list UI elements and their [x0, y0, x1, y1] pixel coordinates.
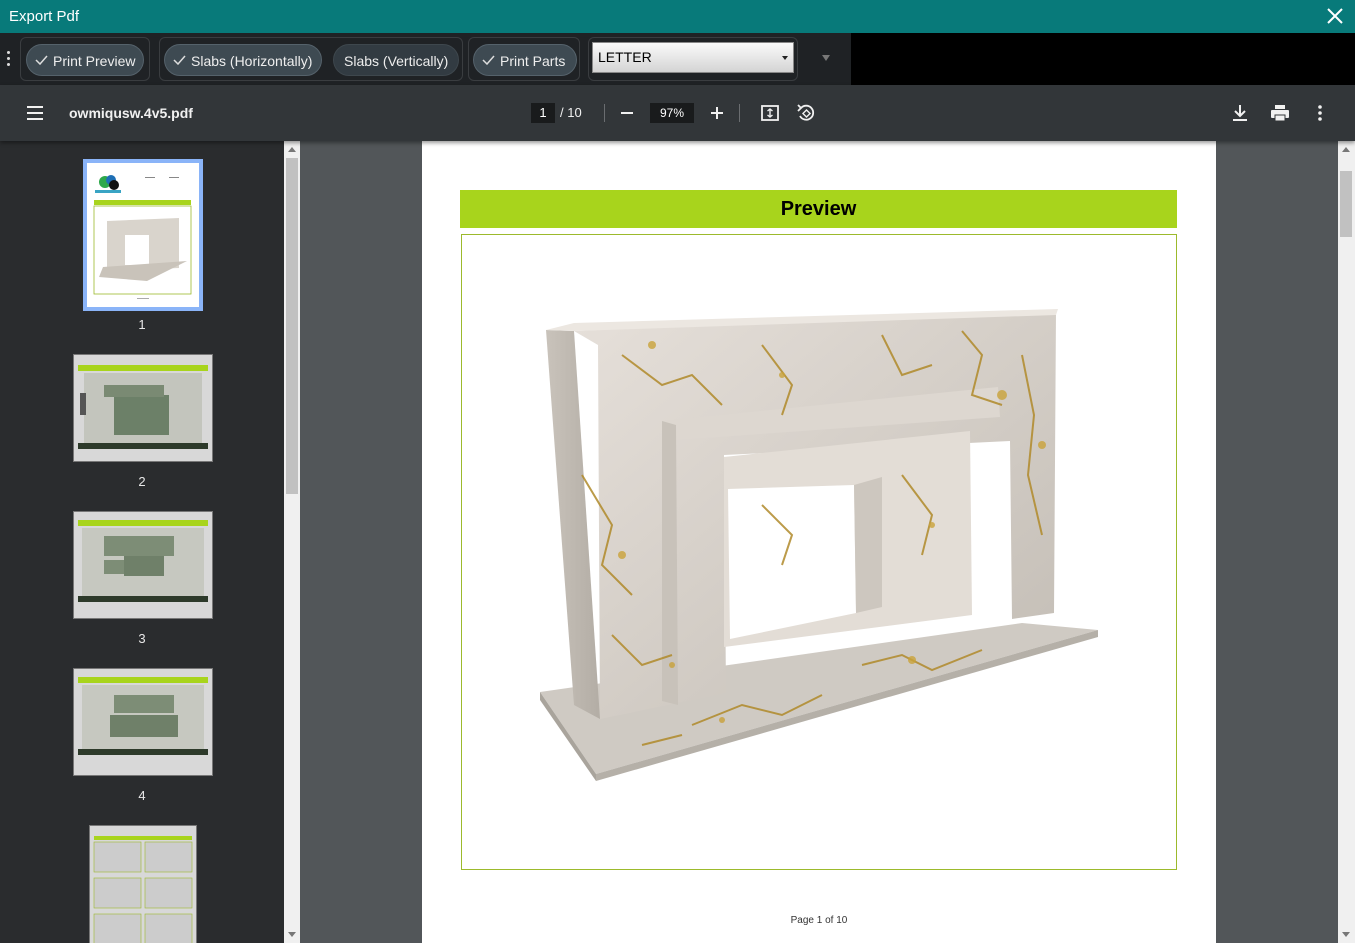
thumbnail-number: 2	[138, 474, 146, 489]
document-scroll-thumb[interactable]	[1340, 171, 1352, 237]
sidebar-scrollbar[interactable]	[284, 141, 300, 943]
check-icon	[35, 55, 48, 65]
check-icon	[173, 55, 186, 65]
print-preview-label: Print Preview	[53, 53, 136, 69]
fireplace-render-image	[540, 309, 1098, 781]
toolbar-grip-icon[interactable]	[7, 51, 11, 67]
thumbnail-page-1[interactable]	[83, 159, 203, 311]
document-scrollbar[interactable]	[1338, 141, 1355, 943]
rotate-icon[interactable]	[794, 101, 818, 125]
zoom-in-icon[interactable]	[705, 101, 729, 125]
slabs-horizontal-label: Slabs (Horizontally)	[191, 53, 313, 69]
thumbnail-page-5[interactable]	[89, 825, 197, 943]
scroll-down-icon[interactable]	[1342, 932, 1350, 937]
fit-page-icon[interactable]	[758, 101, 782, 125]
toolbar-divider	[739, 104, 740, 122]
thumbnail-number: 4	[138, 788, 146, 803]
preview-frame	[461, 234, 1177, 870]
thumbnail-sidebar: 1 2 3 4	[0, 141, 300, 943]
thumbnail-page-4[interactable]	[73, 668, 213, 776]
print-icon[interactable]	[1268, 101, 1292, 125]
preview-group: Print Preview	[20, 37, 150, 81]
slabs-group: Slabs (Horizontally) Slabs (Vertically)	[159, 37, 463, 81]
preview-heading: Preview	[460, 190, 1177, 228]
pdf-viewer-toolbar: owmiqusw.4v5.pdf 1 / 10 97%	[0, 85, 1355, 141]
document-filename: owmiqusw.4v5.pdf	[69, 105, 193, 121]
pdf-page-1: Preview Page 1 of 10	[422, 141, 1216, 943]
options-panel: Print Preview Slabs (Horizontally) Slabs…	[0, 33, 851, 85]
zoom-input[interactable]: 97%	[650, 103, 694, 123]
export-options-toolbar: Print Preview Slabs (Horizontally) Slabs…	[0, 33, 1355, 85]
paper-size-value: LETTER	[598, 49, 652, 65]
document-viewport[interactable]: Preview Page 1 of 10	[300, 141, 1338, 943]
print-parts-toggle[interactable]: Print Parts	[473, 44, 577, 76]
sidebar-scroll-thumb[interactable]	[286, 158, 298, 494]
scroll-up-icon[interactable]	[1342, 147, 1350, 152]
toolbar-overflow-icon[interactable]	[822, 55, 830, 61]
slabs-vertical-label: Slabs (Vertically)	[344, 53, 449, 69]
slabs-horizontal-toggle[interactable]: Slabs (Horizontally)	[164, 44, 322, 76]
page-thumbnail-image	[93, 836, 193, 943]
window-title: Export Pdf	[9, 8, 80, 25]
page-total: / 10	[560, 105, 582, 120]
close-icon[interactable]	[1323, 4, 1347, 28]
print-preview-toggle[interactable]: Print Preview	[26, 44, 144, 76]
window-titlebar: Export Pdf	[0, 0, 1355, 33]
scroll-down-icon[interactable]	[288, 932, 296, 937]
page-thumbnail-image	[93, 175, 192, 299]
toolbar-divider	[604, 104, 605, 122]
paper-size-select[interactable]: LETTER	[592, 42, 794, 73]
page-number-input[interactable]: 1	[531, 103, 555, 123]
thumbnail-number: 1	[138, 317, 146, 332]
page-thumbnail-image	[78, 520, 208, 602]
zoom-out-icon[interactable]	[615, 101, 639, 125]
print-parts-label: Print Parts	[500, 53, 566, 69]
more-options-icon[interactable]	[1308, 101, 1332, 125]
download-icon[interactable]	[1228, 101, 1252, 125]
thumbnail-page-2[interactable]	[73, 354, 213, 462]
check-icon	[482, 55, 495, 65]
menu-icon[interactable]	[26, 105, 44, 121]
parts-group: Print Parts	[468, 37, 580, 81]
page-thumbnail-image	[78, 365, 208, 449]
thumbnail-number: 3	[138, 631, 146, 646]
page-thumbnail-image	[78, 677, 208, 755]
scroll-up-icon[interactable]	[288, 147, 296, 152]
slabs-vertical-toggle[interactable]: Slabs (Vertically)	[333, 44, 459, 76]
thumbnail-page-3[interactable]	[73, 511, 213, 619]
page-footer: Page 1 of 10	[790, 915, 848, 926]
chevron-down-icon	[782, 56, 788, 60]
